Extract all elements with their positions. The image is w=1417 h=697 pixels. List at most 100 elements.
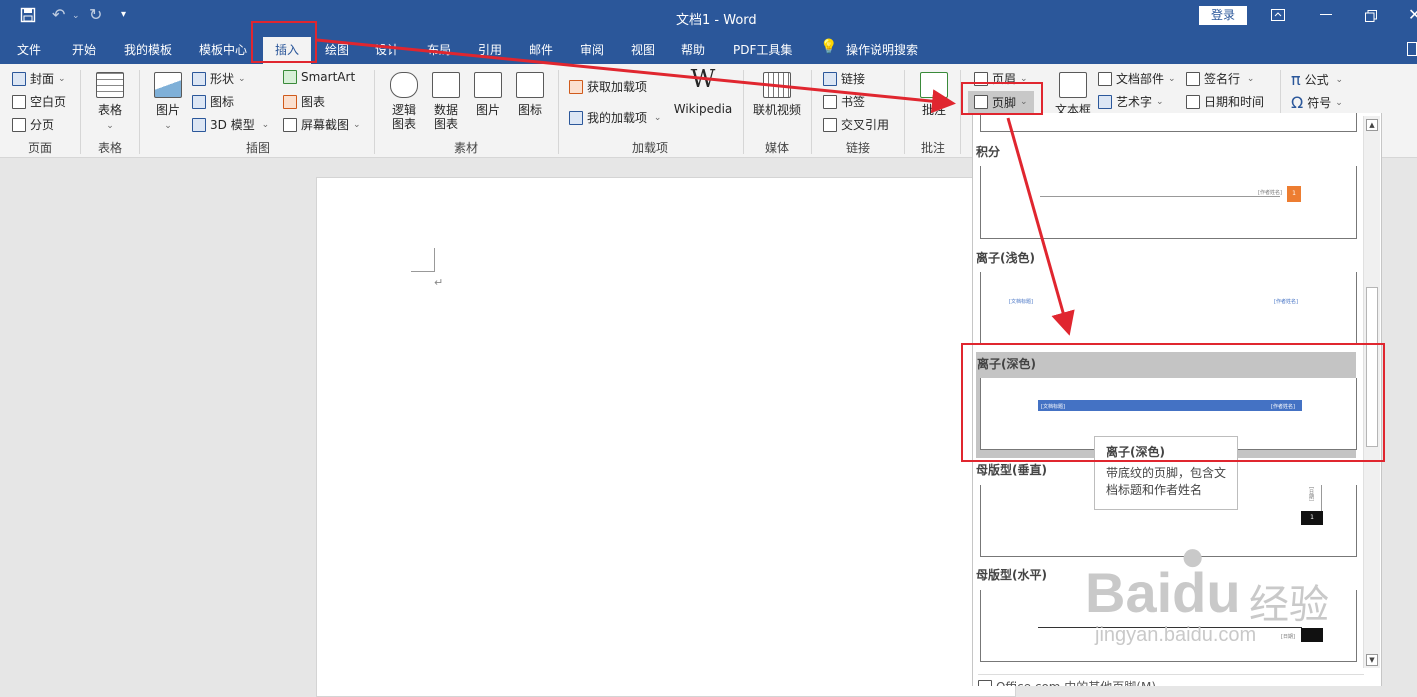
group-separator <box>374 70 375 154</box>
title-bar: ↶ ⌄ ↻ ▾ 文档1 - Word 登录 ✕ <box>0 0 1417 34</box>
baidu-watermark: ● Baidu 经验 jingyan.baidu.com <box>1085 530 1345 670</box>
lightbulb-icon: 💡 <box>820 39 838 55</box>
material-icon-icon <box>516 72 544 98</box>
tab-draw[interactable]: 绘图 <box>325 41 349 58</box>
get-addins-button[interactable]: 获取加载项 <box>569 78 647 95</box>
chart-button[interactable]: 图表 <box>283 93 325 110</box>
scroll-down-arrow-icon[interactable]: ▼ <box>1366 654 1378 666</box>
watermark-cn: 经验 <box>1249 583 1329 627</box>
shapes-button[interactable]: 形状 ⌄ <box>192 70 246 87</box>
get-addins-icon <box>569 79 583 94</box>
save-icon[interactable] <box>20 7 36 27</box>
my-addins-icon <box>569 110 583 125</box>
screenshot-icon <box>283 117 297 132</box>
cover-page-button[interactable]: 封面 ⌄ <box>12 70 66 87</box>
document-page[interactable]: ↵ <box>316 177 1016 697</box>
tab-references[interactable]: 引用 <box>478 41 502 58</box>
ribbon-tabs: 文件 开始 我的模板 模板中心 插入 绘图 设计 布局 引用 邮件 审阅 视图 … <box>0 34 1417 64</box>
tab-template-center[interactable]: 模板中心 <box>199 41 247 58</box>
ribbon-display-icon[interactable] <box>1271 9 1285 25</box>
gallery-item-ion-light[interactable]: [文档标题] [作者姓名] <box>980 272 1357 343</box>
watermark-url: jingyan.baidu.com <box>1095 624 1257 646</box>
bookmark-button[interactable]: 书签 <box>823 93 865 110</box>
highlight-insert-tab <box>251 21 317 63</box>
close-icon[interactable]: ✕ <box>1408 5 1417 24</box>
table-button[interactable]: 表格 ⌄ <box>92 72 128 133</box>
material-picture-button[interactable]: 图片 <box>471 72 505 117</box>
data-chart-button[interactable]: 数据 图表 <box>429 72 463 131</box>
cross-reference-button[interactable]: 交叉引用 <box>823 116 889 133</box>
textbox-button[interactable]: 文本框 <box>1051 72 1095 117</box>
cube-icon <box>192 117 206 132</box>
redo-icon[interactable]: ↻ <box>89 5 102 24</box>
tab-home[interactable]: 开始 <box>72 41 96 58</box>
online-video-button[interactable]: 联机视频 <box>750 72 804 117</box>
tab-help[interactable]: 帮助 <box>681 41 705 58</box>
insert-picture-button[interactable]: 图片 ⌄ <box>150 72 186 133</box>
tab-mailings[interactable]: 邮件 <box>529 41 553 58</box>
comments-pane-icon[interactable] <box>1407 42 1417 56</box>
link-button[interactable]: 链接 <box>823 70 865 87</box>
group-separator <box>558 70 559 154</box>
wordart-button[interactable]: 艺术字 ⌄ <box>1098 93 1164 110</box>
tab-file[interactable]: 文件 <box>17 41 41 58</box>
pi-icon: π <box>1291 70 1301 89</box>
date-time-button[interactable]: 日期和时间 <box>1186 93 1264 110</box>
table-icon <box>96 72 124 98</box>
screenshot-button[interactable]: 屏幕截图 ⌄ <box>283 116 361 133</box>
undo-dropdown-icon[interactable]: ⌄ <box>72 11 80 21</box>
comment-button[interactable]: 批注 <box>915 72 953 117</box>
footer-preview-page-number: 1 <box>1287 186 1301 202</box>
undo-icon[interactable]: ↶ <box>52 5 65 24</box>
group-separator <box>811 70 812 154</box>
shapes-icon <box>192 71 206 86</box>
tab-design[interactable]: 设计 <box>375 41 399 58</box>
omega-icon: Ω <box>1291 93 1304 112</box>
margin-corner-mark <box>411 248 435 272</box>
quick-parts-button[interactable]: 文档部件 ⌄ <box>1098 70 1176 87</box>
tell-me-search[interactable]: 操作说明搜索 <box>846 41 918 58</box>
smartart-button[interactable]: SmartArt <box>283 70 355 84</box>
tab-review[interactable]: 审阅 <box>580 41 604 58</box>
logic-chart-button[interactable]: 逻辑 图表 <box>387 72 421 131</box>
signature-line-button[interactable]: 签名行 ⌄ <box>1186 70 1254 87</box>
symbol-button[interactable]: Ω 符号 ⌄ <box>1291 93 1343 112</box>
gallery-item-integral[interactable]: [作者姓名] 1 <box>980 166 1357 239</box>
3d-model-button[interactable]: 3D 模型 ⌄ <box>192 116 269 133</box>
smartart-icon <box>283 70 297 84</box>
cross-reference-icon <box>823 117 837 132</box>
wikipedia-icon: W <box>690 65 716 93</box>
cover-page-icon <box>12 71 26 86</box>
group-tables-label: 表格 <box>98 141 123 155</box>
logic-chart-icon <box>390 72 418 98</box>
tab-layout[interactable]: 布局 <box>427 41 451 58</box>
tab-view[interactable]: 视图 <box>631 41 655 58</box>
footer-preview-author: [作者姓名] <box>1274 299 1298 305</box>
customize-toolbar-icon[interactable]: ▾ <box>121 9 126 20</box>
gallery-item-title: 母版型(水平) <box>976 568 1047 582</box>
bookmark-icon <box>823 94 837 109</box>
my-addins-button[interactable]: 我的加载项 ⌄ <box>569 109 661 126</box>
minimize-icon[interactable] <box>1320 14 1332 15</box>
office-page-icon <box>978 679 992 686</box>
footer-preview-date: [日期] <box>1308 487 1314 501</box>
more-footers-menu-item[interactable]: Office.com 中的其他页脚(M) <box>978 674 1364 686</box>
tab-my-templates[interactable]: 我的模板 <box>124 41 172 58</box>
restore-icon[interactable] <box>1365 10 1377 26</box>
icons-button[interactable]: 图标 <box>192 93 234 110</box>
gallery-thumb-top[interactable] <box>980 113 1357 132</box>
material-icon-button[interactable]: 图标 <box>513 72 547 117</box>
scroll-up-arrow-icon[interactable]: ▲ <box>1366 119 1378 131</box>
group-comments-label: 批注 <box>921 141 946 155</box>
page-break-button[interactable]: 分页 <box>12 116 54 133</box>
equation-button[interactable]: π 公式 ⌄ <box>1291 70 1343 89</box>
tab-pdf-tools[interactable]: PDF工具集 <box>733 41 792 58</box>
blank-page-button[interactable]: 空白页 <box>12 93 66 110</box>
group-illustrations-label: 插图 <box>246 141 271 155</box>
login-button[interactable]: 登录 <box>1199 6 1247 25</box>
wikipedia-button[interactable]: W Wikipedia <box>670 65 736 116</box>
highlight-footer-button <box>961 82 1043 115</box>
group-media-label: 媒体 <box>765 141 790 155</box>
wordart-icon <box>1098 94 1112 109</box>
page-break-icon <box>12 117 26 132</box>
